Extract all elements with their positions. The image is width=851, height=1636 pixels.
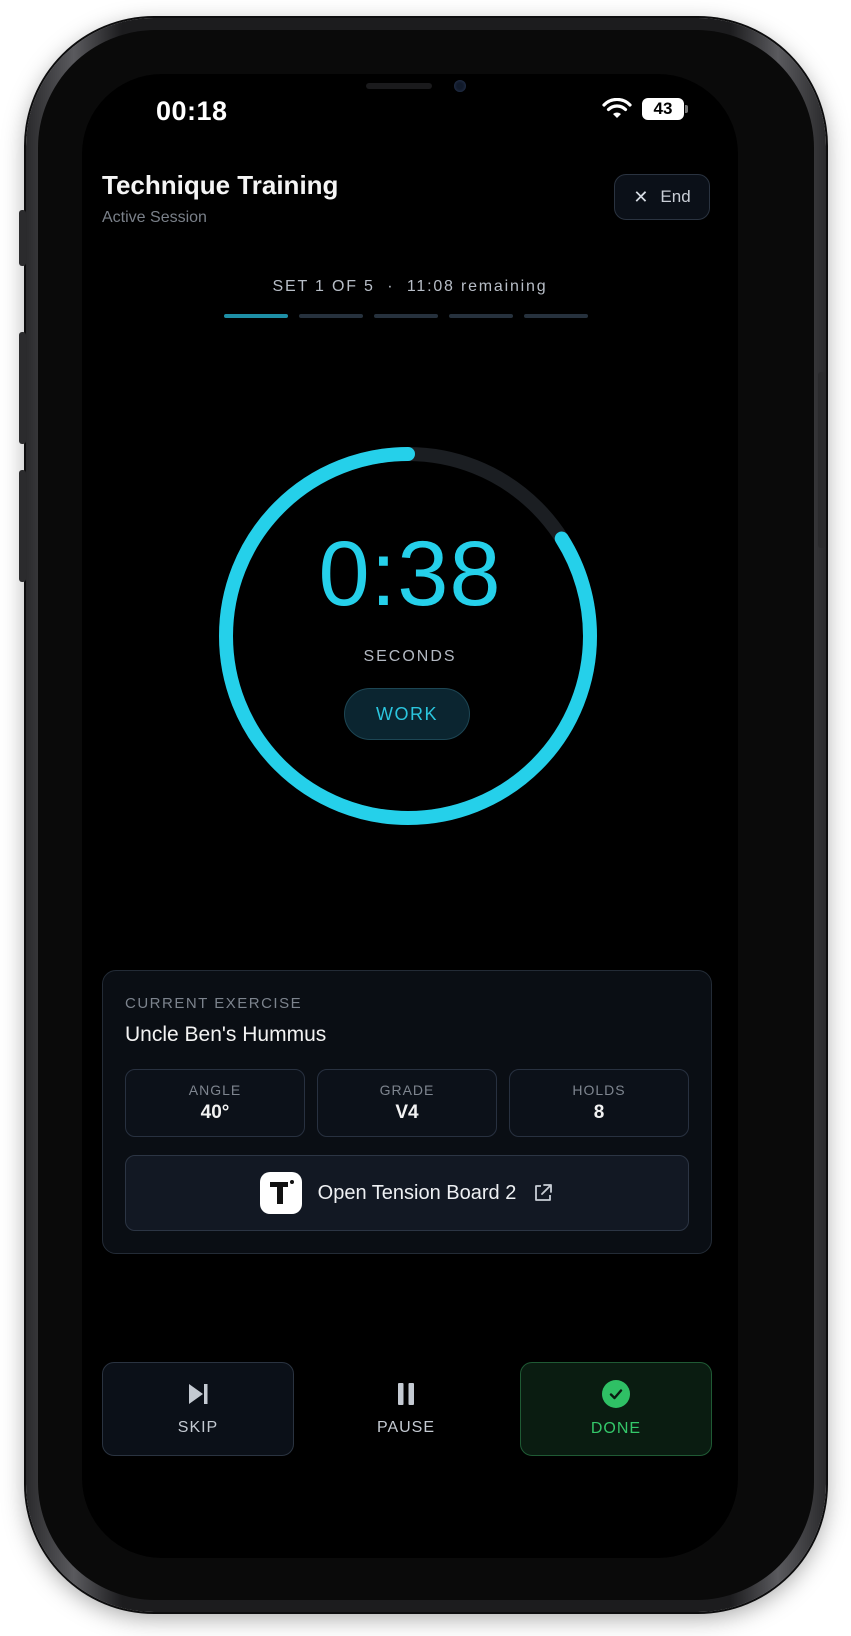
stat-value: 8 [593,1102,605,1123]
tension-board-app-icon [259,1172,302,1214]
app-screen: 00:18 43 Technique Training Active Sessi… [82,74,738,1558]
session-title: Technique Training [102,170,339,200]
set-progress-text: SET 1 OF 5 · 11:08 remaining [82,278,738,296]
status-icons: 43 [602,98,688,120]
close-icon: ✕ [633,186,649,207]
stat-holds: HOLDS 8 [509,1069,689,1137]
session-subtitle: Active Session [102,209,207,226]
wifi-icon [602,98,632,118]
check-circle-icon [602,1380,630,1408]
separator-dot: · [387,278,395,295]
earpiece-speaker [366,83,432,89]
phase-badge: WORK [344,688,470,740]
pause-button[interactable]: PAUSE [310,1362,502,1456]
pause-icon [398,1383,414,1405]
front-camera [454,80,466,92]
open-button-label: Open Tension Board 2 [317,1181,517,1204]
pause-label: PAUSE [376,1419,436,1436]
battery-icon: 43 [642,98,688,120]
status-time: 00:18 [156,96,228,126]
timer-ring [219,447,597,825]
notch [230,74,590,126]
timer-unit-label: SECONDS [363,648,457,665]
stat-value: 40° [200,1102,230,1123]
volume-up-button [19,332,26,444]
end-button-label: End [660,187,691,206]
skip-label: SKIP [177,1419,219,1436]
set-progress-segment [224,314,288,318]
stat-value: V4 [395,1102,419,1123]
open-tension-board-button[interactable]: Open Tension Board 2 [125,1155,689,1231]
current-exercise-card: CURRENT EXERCISE Uncle Ben's Hummus ANGL… [102,970,712,1254]
set-progress-segment [524,314,588,318]
card-section-label: CURRENT EXERCISE [125,995,303,1012]
done-button[interactable]: DONE [520,1362,712,1456]
exercise-name: Uncle Ben's Hummus [125,1023,327,1046]
done-label: DONE [590,1420,642,1437]
set-progress-segment [374,314,438,318]
stat-label: ANGLE [188,1082,242,1098]
power-button [818,372,825,548]
stat-label: GRADE [379,1082,435,1098]
end-session-button[interactable]: ✕ End [614,174,710,220]
volume-down-button [19,470,26,582]
skip-button[interactable]: SKIP [102,1362,294,1456]
mute-switch [19,210,26,266]
stat-grade: GRADE V4 [317,1069,497,1137]
stat-angle: ANGLE 40° [125,1069,305,1137]
timer-value: 0:38 [318,523,502,625]
set-counter: SET 1 OF 5 [272,278,375,295]
time-remaining: 11:08 remaining [406,278,548,295]
set-progress-segment [449,314,513,318]
battery-level: 43 [653,99,673,118]
skip-icon [189,1384,208,1404]
set-progress-segment [299,314,363,318]
set-progress-bar [224,314,588,318]
external-link-icon [535,1184,553,1201]
stat-label: HOLDS [572,1082,626,1098]
